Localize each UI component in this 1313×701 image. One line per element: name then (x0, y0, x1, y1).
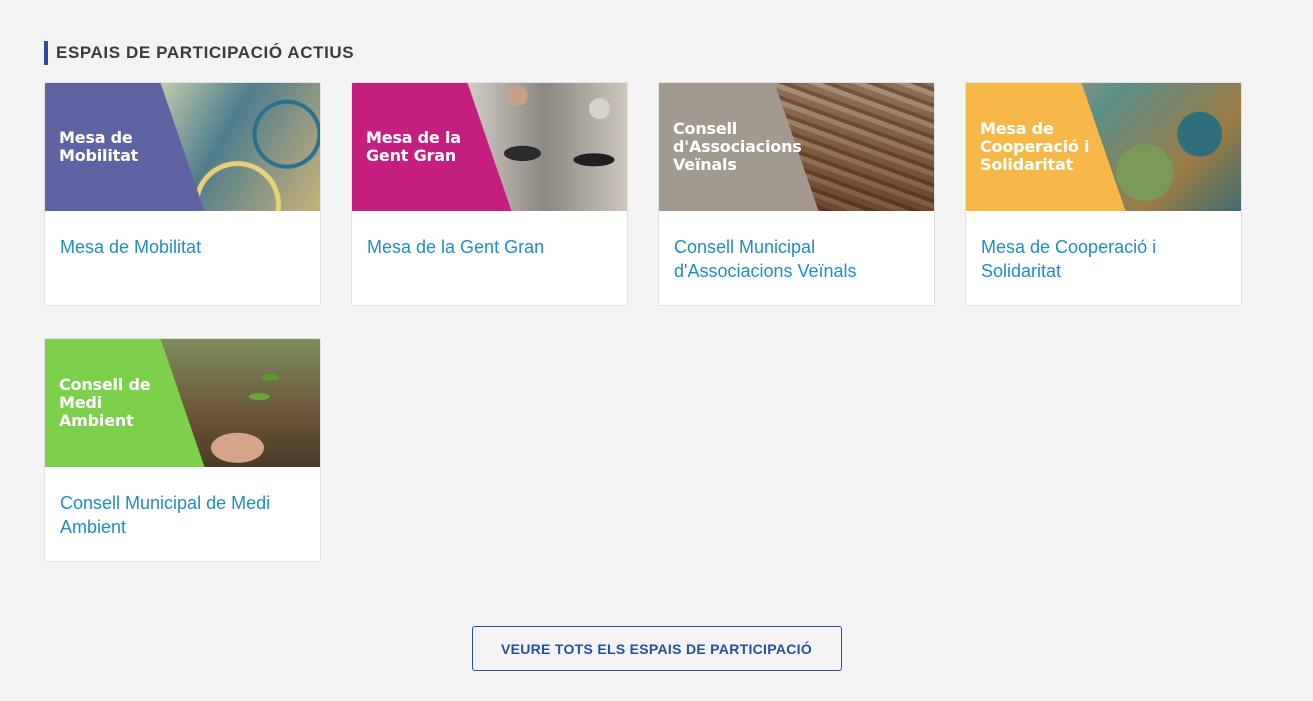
card-mesa-mobilitat[interactable]: Mesa de Mobilitat Mesa de Mobilitat (44, 82, 321, 306)
card-mesa-cooperacio-solidaritat[interactable]: Mesa de Cooperació i Solidaritat Mesa de… (965, 82, 1242, 306)
card-banner-text: Mesa de Mobilitat (59, 128, 139, 165)
footer-actions: VEURE TOTS ELS ESPAIS DE PARTICIPACIÓ (0, 626, 1313, 671)
card-image[interactable]: Consell de Medi Ambient (45, 339, 320, 467)
card-title-link[interactable]: Mesa de Cooperació i Solidaritat (966, 211, 1241, 283)
card-banner-text: Mesa de la Gent Gran (366, 128, 461, 165)
card-title-link[interactable]: Consell Municipal d'Associacions Veïnals (659, 211, 934, 283)
card-banner-text: Consell d'Associacions Veïnals (673, 119, 802, 174)
card-image[interactable]: Mesa de la Gent Gran (352, 83, 627, 211)
card-consell-medi-ambient[interactable]: Consell de Medi Ambient Consell Municipa… (44, 338, 321, 562)
participation-spaces-grid: Mesa de Mobilitat Mesa de Mobilitat Mesa… (44, 82, 1244, 562)
card-image[interactable]: Mesa de Mobilitat (45, 83, 320, 211)
card-image[interactable]: Consell d'Associacions Veïnals (659, 83, 934, 211)
card-title-link[interactable]: Mesa de Mobilitat (45, 211, 320, 259)
card-title-link[interactable]: Consell Municipal de Medi Ambient (45, 467, 320, 539)
card-banner-text: Consell de Medi Ambient (59, 375, 151, 430)
card-title-link[interactable]: Mesa de la Gent Gran (352, 211, 627, 259)
card-consell-associacions-veinals[interactable]: Consell d'Associacions Veïnals Consell M… (658, 82, 935, 306)
card-banner-text: Mesa de Cooperació i Solidaritat (980, 119, 1090, 174)
card-mesa-gent-gran[interactable]: Mesa de la Gent Gran Mesa de la Gent Gra… (351, 82, 628, 306)
view-all-spaces-button[interactable]: VEURE TOTS ELS ESPAIS DE PARTICIPACIÓ (471, 626, 842, 671)
section-title: ESPAIS DE PARTICIPACIÓ ACTIUS (44, 41, 354, 65)
card-image[interactable]: Mesa de Cooperació i Solidaritat (966, 83, 1241, 211)
